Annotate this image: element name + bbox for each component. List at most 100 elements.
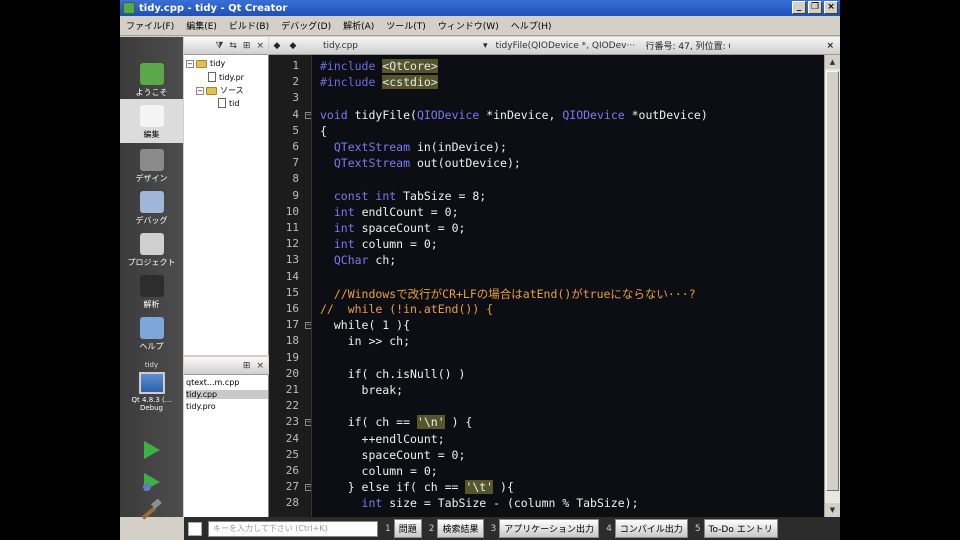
code-line: if( ch.isNull() ) <box>320 366 466 381</box>
scroll-up-icon[interactable]: ▲ <box>825 55 840 69</box>
tree-item-sources[interactable]: − ソース <box>196 85 244 96</box>
menu-file[interactable]: ファイル(F) <box>120 19 180 32</box>
document-icon <box>139 105 164 127</box>
tree-item-pro-file[interactable]: tidy.pr <box>208 72 244 82</box>
collapse-icon[interactable]: − <box>196 86 204 95</box>
line-number: 20 <box>285 366 299 380</box>
scroll-down-icon[interactable]: ▼ <box>825 503 840 517</box>
code-line: #include <cstdio> <box>320 75 438 90</box>
cursor-position: 行番号: 47, 列位置: 0 <box>645 42 730 52</box>
scrollbar-thumb[interactable] <box>826 71 839 491</box>
design-tools-icon <box>139 149 164 171</box>
line-number: 18 <box>285 334 299 348</box>
mode-design[interactable]: デザイン <box>120 143 183 187</box>
tab-label: 検索結果 <box>437 519 484 538</box>
menu-build[interactable]: ビルド(B) <box>223 19 275 32</box>
function-selector[interactable]: tidyFile(QIODevice *, QIODev··· <box>496 41 646 51</box>
line-number: 2 <box>292 75 299 89</box>
folder-icon <box>206 86 217 95</box>
vertical-scrollbar[interactable]: ▲ ▼ <box>824 55 840 517</box>
menu-edit[interactable]: 編集(E) <box>180 19 223 32</box>
line-number: 12 <box>285 237 299 251</box>
tree-item-label: tidy.pr <box>219 72 244 82</box>
locator-input[interactable]: キーを入力して下さい (Ctrl+K) <box>208 520 378 537</box>
line-number: 14 <box>285 269 299 283</box>
tab-issues[interactable]: 1 問題 <box>385 519 422 538</box>
forward-icon[interactable]: ◆ <box>285 41 301 51</box>
tree-item-source-file[interactable]: tid <box>218 98 239 108</box>
menu-debug[interactable]: デバッグ(D) <box>275 19 337 32</box>
filter-icon[interactable]: ⧩ <box>215 41 223 51</box>
build-hammer-icon[interactable] <box>138 499 164 521</box>
line-number: 16 <box>285 302 299 315</box>
open-documents-header: ⊞ × <box>184 357 268 375</box>
tab-search-results[interactable]: 2 検索結果 <box>429 519 484 538</box>
split-icon[interactable]: ⊞ <box>243 41 251 51</box>
code-line: break; <box>320 383 404 397</box>
document-selector[interactable]: tidy.cpp <box>323 41 483 51</box>
mode-welcome[interactable]: ようこそ <box>120 57 183 101</box>
tab-compile-output[interactable]: 4 コンパイル出力 <box>606 519 688 538</box>
code-line: QChar ch; <box>333 253 397 268</box>
kit-build-mode: Debug <box>139 404 164 412</box>
title-bar: tidy.cpp - tidy - Qt Creator _ ❐ × <box>120 0 840 16</box>
menu-analyze[interactable]: 解析(A) <box>337 19 380 32</box>
tree-item-label: ソース <box>220 86 244 95</box>
code-line: #include <QtCore> <box>320 59 438 73</box>
code-line: int size = TabSize - (column % TabSize); <box>361 496 639 511</box>
line-number: 4 <box>292 107 299 121</box>
mode-analyze-label: 解析 <box>143 300 160 309</box>
mode-edit[interactable]: 編集 <box>120 99 183 143</box>
cpp-file-icon <box>218 98 226 108</box>
line-number: 10 <box>285 204 299 218</box>
dropdown-icon[interactable]: ▾ <box>483 41 488 51</box>
open-document-item-active[interactable]: tidy.cpp <box>186 390 268 399</box>
line-number: 19 <box>285 350 299 364</box>
minimize-button[interactable]: _ <box>792 1 806 14</box>
tab-todo-entries[interactable]: 5 To-Do エントリ <box>695 519 778 538</box>
mode-projects[interactable]: プロジェクト <box>120 227 183 271</box>
mode-debug-label: デバッグ <box>135 216 168 225</box>
file-icon <box>208 72 216 82</box>
close-button[interactable]: × <box>824 1 838 14</box>
open-document-item[interactable]: qtext...m.cpp <box>186 378 239 387</box>
mode-help[interactable]: ヘルプ <box>120 311 183 355</box>
qt-creator-window: tidy.cpp - tidy - Qt Creator _ ❐ × ファイル(… <box>120 0 840 540</box>
maximize-button[interactable]: ❐ <box>808 1 822 14</box>
link-icon[interactable]: ⇆ <box>229 41 237 51</box>
code-line: const int TabSize = 8; <box>333 188 487 203</box>
close-document-button[interactable]: × <box>826 41 834 51</box>
close-pane-icon[interactable]: × <box>256 41 264 51</box>
line-number: 13 <box>285 253 299 267</box>
tab-number: 3 <box>490 523 497 534</box>
tab-application-output[interactable]: 3 アプリケーション出力 <box>491 519 600 538</box>
menu-tools[interactable]: ツール(T) <box>380 19 432 32</box>
code-line: int spaceCount = 0; <box>333 221 466 235</box>
mode-analyze[interactable]: 解析 <box>120 269 183 313</box>
line-number: 9 <box>292 188 299 202</box>
toggle-sidebar-icon[interactable] <box>188 521 202 536</box>
monitor-icon <box>138 372 165 394</box>
line-number: 28 <box>285 496 299 510</box>
debug-run-icon[interactable] <box>138 471 164 493</box>
code-line: int column = 0; <box>333 237 438 252</box>
back-icon[interactable]: ◆ <box>269 41 285 51</box>
menu-bar: ファイル(F) 編集(E) ビルド(B) デバッグ(D) 解析(A) ツール(T… <box>120 16 840 36</box>
wrench-icon <box>139 233 164 255</box>
line-number: 11 <box>285 221 299 234</box>
output-pane-bar: キーを入力して下さい (Ctrl+K) 1 問題 2 検索結果 3 アプリケーション出… <box>184 517 840 540</box>
open-document-item[interactable]: tidy.pro <box>186 402 216 411</box>
collapse-icon[interactable]: − <box>186 59 194 68</box>
kit-selector[interactable]: tidy Qt 4.8.3 (... Debug <box>120 359 183 429</box>
code-editor[interactable]: #include <QtCore> #include <cstdio> void t… <box>311 55 824 517</box>
analyze-icon <box>139 275 164 297</box>
project-tree: − tidy tidy.pr − ソース tid <box>184 55 269 355</box>
tab-label: 問題 <box>393 519 422 538</box>
close-pane-icon[interactable]: × <box>256 361 264 371</box>
tree-item-project[interactable]: − tidy <box>186 59 225 68</box>
menu-window[interactable]: ウィンドウ(W) <box>432 19 505 32</box>
mode-debug[interactable]: デバッグ <box>120 185 183 229</box>
run-icon[interactable] <box>138 439 164 461</box>
menu-help[interactable]: ヘルプ(H) <box>505 19 558 32</box>
split-icon[interactable]: ⊞ <box>243 361 251 371</box>
